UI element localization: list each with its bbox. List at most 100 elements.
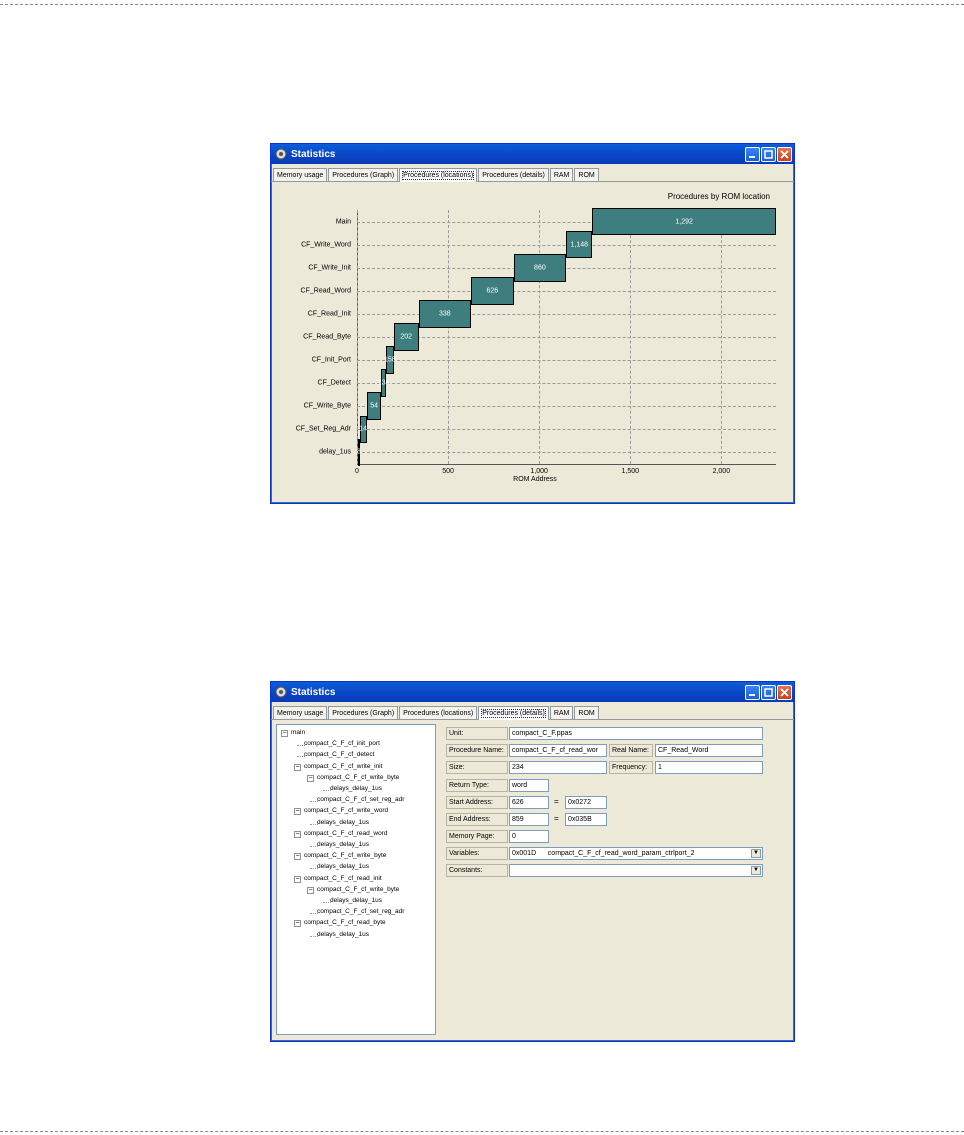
tree-expander-icon[interactable]: − xyxy=(281,730,288,737)
unit-label: Unit: xyxy=(446,727,508,740)
tab-label: Memory usage xyxy=(277,172,324,179)
x-tick-label: 1,000 xyxy=(530,468,548,475)
start-address-dec-field[interactable]: 626 xyxy=(509,796,549,809)
tree-node[interactable]: compact_C_F_cf_write_byte xyxy=(304,852,386,859)
tree-node[interactable]: delays_delay_1us xyxy=(317,863,369,870)
end-address-hex-field[interactable]: 0x035B xyxy=(565,813,607,826)
tab-label: Procedures (locations) xyxy=(402,171,475,180)
tree-node[interactable]: compact_C_F_cf_write_word xyxy=(304,807,388,814)
tab-procedures-graph[interactable]: Procedures (Graph) xyxy=(328,168,399,181)
tree-node[interactable]: compact_C_F_cf_init_port xyxy=(304,740,380,747)
minimize-button[interactable] xyxy=(745,684,760,700)
tree-node[interactable]: delays_delay_1us xyxy=(317,931,369,938)
size-field[interactable]: 234 xyxy=(509,761,607,774)
tree-node[interactable]: compact_C_F_cf_read_init xyxy=(304,875,382,882)
tab-ram[interactable]: RAM xyxy=(549,168,574,181)
frequency-field[interactable]: 1 xyxy=(655,761,763,774)
tab-label: Procedures (Graph) xyxy=(332,710,395,717)
size-label: Size: xyxy=(446,761,508,774)
tab-procedures-details[interactable]: Procedures (details) xyxy=(478,706,549,720)
tab-procedures-graph[interactable]: Procedures (Graph) xyxy=(328,706,399,719)
tree-expander-icon[interactable]: − xyxy=(307,886,314,894)
close-button[interactable] xyxy=(777,146,792,162)
tree-node[interactable]: delays_delay_1us xyxy=(330,897,382,904)
tree-expander-icon[interactable]: − xyxy=(294,763,301,771)
app-icon xyxy=(275,686,287,698)
tree-node[interactable]: delays_delay_1us xyxy=(317,841,369,848)
maximize-button[interactable] xyxy=(761,684,776,700)
title-bar[interactable]: Statistics xyxy=(271,144,794,164)
procedure-name-label: Procedure Name: xyxy=(446,744,508,757)
end-address-label: End Address: xyxy=(446,813,508,826)
tab-rom[interactable]: ROM xyxy=(574,168,599,181)
tree-node[interactable]: delays_delay_1us xyxy=(317,819,369,826)
y-tick-label: CF_Write_Word xyxy=(301,241,351,249)
y-tick-label: CF_Read_Init xyxy=(307,310,351,318)
tab-strip: Memory usage Procedures (Graph) Procedures… xyxy=(271,702,794,720)
tree-node[interactable]: compact_C_F_cf_set_reg_adr xyxy=(317,908,404,915)
tab-label: Procedures (locations) xyxy=(403,710,474,717)
tree-expander-icon[interactable]: − xyxy=(294,920,301,928)
return-type-field[interactable]: word xyxy=(509,779,549,792)
tree-node[interactable]: compact_C_F_cf_read_byte xyxy=(304,919,386,926)
memory-page-label: Memory Page: xyxy=(446,830,508,843)
procedure-name-field[interactable]: compact_C_F_cf_read_wor xyxy=(509,744,607,757)
y-tick-label: CF_Write_Init xyxy=(308,264,351,272)
memory-page-field[interactable]: 0 xyxy=(509,830,549,843)
tree-node[interactable]: compact_C_F_cf_read_word xyxy=(304,830,387,837)
x-tick-label: 2,000 xyxy=(712,468,731,475)
tab-label: ROM xyxy=(578,710,595,717)
constants-dropdown[interactable]: ▼ xyxy=(509,864,763,877)
y-tick-label: CF_Read_Word xyxy=(300,287,351,295)
tree-expander-icon[interactable]: − xyxy=(294,853,301,861)
variables-dropdown[interactable]: 0x001D compact_C_F_cf_read_word_param_ct… xyxy=(509,847,763,860)
tree-expander-icon[interactable]: − xyxy=(294,830,301,838)
y-tick-label: CF_Detect xyxy=(317,379,351,387)
tab-rom[interactable]: ROM xyxy=(574,706,599,719)
y-gridline xyxy=(357,360,776,362)
real-name-label: Real Name: xyxy=(609,744,653,757)
tab-memory-usage[interactable]: Memory usage xyxy=(273,706,328,719)
dropdown-arrow-icon[interactable]: ▼ xyxy=(751,849,761,858)
tab-label: Procedures (Graph) xyxy=(332,172,395,179)
tab-strip: Memory usage Procedures (Graph) Procedures… xyxy=(271,164,794,182)
title-bar[interactable]: Statistics xyxy=(271,682,794,702)
tree-node[interactable]: compact_C_F_cf_write_byte xyxy=(317,774,399,781)
close-button[interactable] xyxy=(777,684,792,700)
tree-node[interactable]: compact_C_F_cf_write_init xyxy=(304,763,382,770)
tree-node[interactable]: compact_C_F_cf_write_byte xyxy=(317,886,399,893)
tab-label: Memory usage xyxy=(277,710,324,717)
tree-node[interactable]: compact_C_F_cf_detect xyxy=(304,751,374,758)
tree-expander-icon[interactable]: − xyxy=(294,875,301,883)
start-address-hex-field[interactable]: 0x0272 xyxy=(565,796,607,809)
minimize-icon xyxy=(749,693,755,696)
page-bottom-rule xyxy=(0,1131,964,1132)
tab-memory-usage[interactable]: Memory usage xyxy=(273,168,328,181)
y-gridline xyxy=(357,406,776,408)
procedure-tree[interactable]: − main compact_C_F_cf_init_port compact_C_F… xyxy=(276,724,436,1035)
dropdown-arrow-icon[interactable]: ▼ xyxy=(751,866,761,875)
tree-node[interactable]: main xyxy=(291,729,305,736)
y-tick-label: CF_Init_Port xyxy=(311,356,351,364)
constants-label: Constants: xyxy=(446,864,508,877)
tree-expander-icon[interactable]: − xyxy=(307,774,314,782)
real-name-field[interactable]: CF_Read_Word xyxy=(655,744,763,757)
end-address-dec-field[interactable]: 859 xyxy=(509,813,549,826)
equals-sign: = xyxy=(554,814,559,823)
tab-procedures-details[interactable]: Procedures (details) xyxy=(478,168,549,181)
return-type-label: Return Type: xyxy=(446,779,508,792)
bar-data-label: 626 xyxy=(486,287,499,295)
tab-procedures-locations[interactable]: Procedures (locations) xyxy=(399,168,478,182)
close-icon xyxy=(780,687,789,697)
tab-ram[interactable]: RAM xyxy=(549,706,574,719)
unit-field[interactable]: compact_C_F.ppas xyxy=(509,727,763,740)
bar-data-label: 54 xyxy=(370,402,379,410)
tree-expander-icon[interactable]: − xyxy=(294,808,301,816)
tree-node[interactable]: delays_delay_1us xyxy=(330,785,382,792)
tab-procedures-locations[interactable]: Procedures (locations) xyxy=(399,706,478,719)
minimize-button[interactable] xyxy=(745,146,760,162)
y-gridline xyxy=(357,383,776,385)
maximize-button[interactable] xyxy=(761,146,776,162)
minimize-icon xyxy=(749,155,755,158)
tree-node[interactable]: compact_C_F_cf_set_reg_adr xyxy=(317,796,404,803)
